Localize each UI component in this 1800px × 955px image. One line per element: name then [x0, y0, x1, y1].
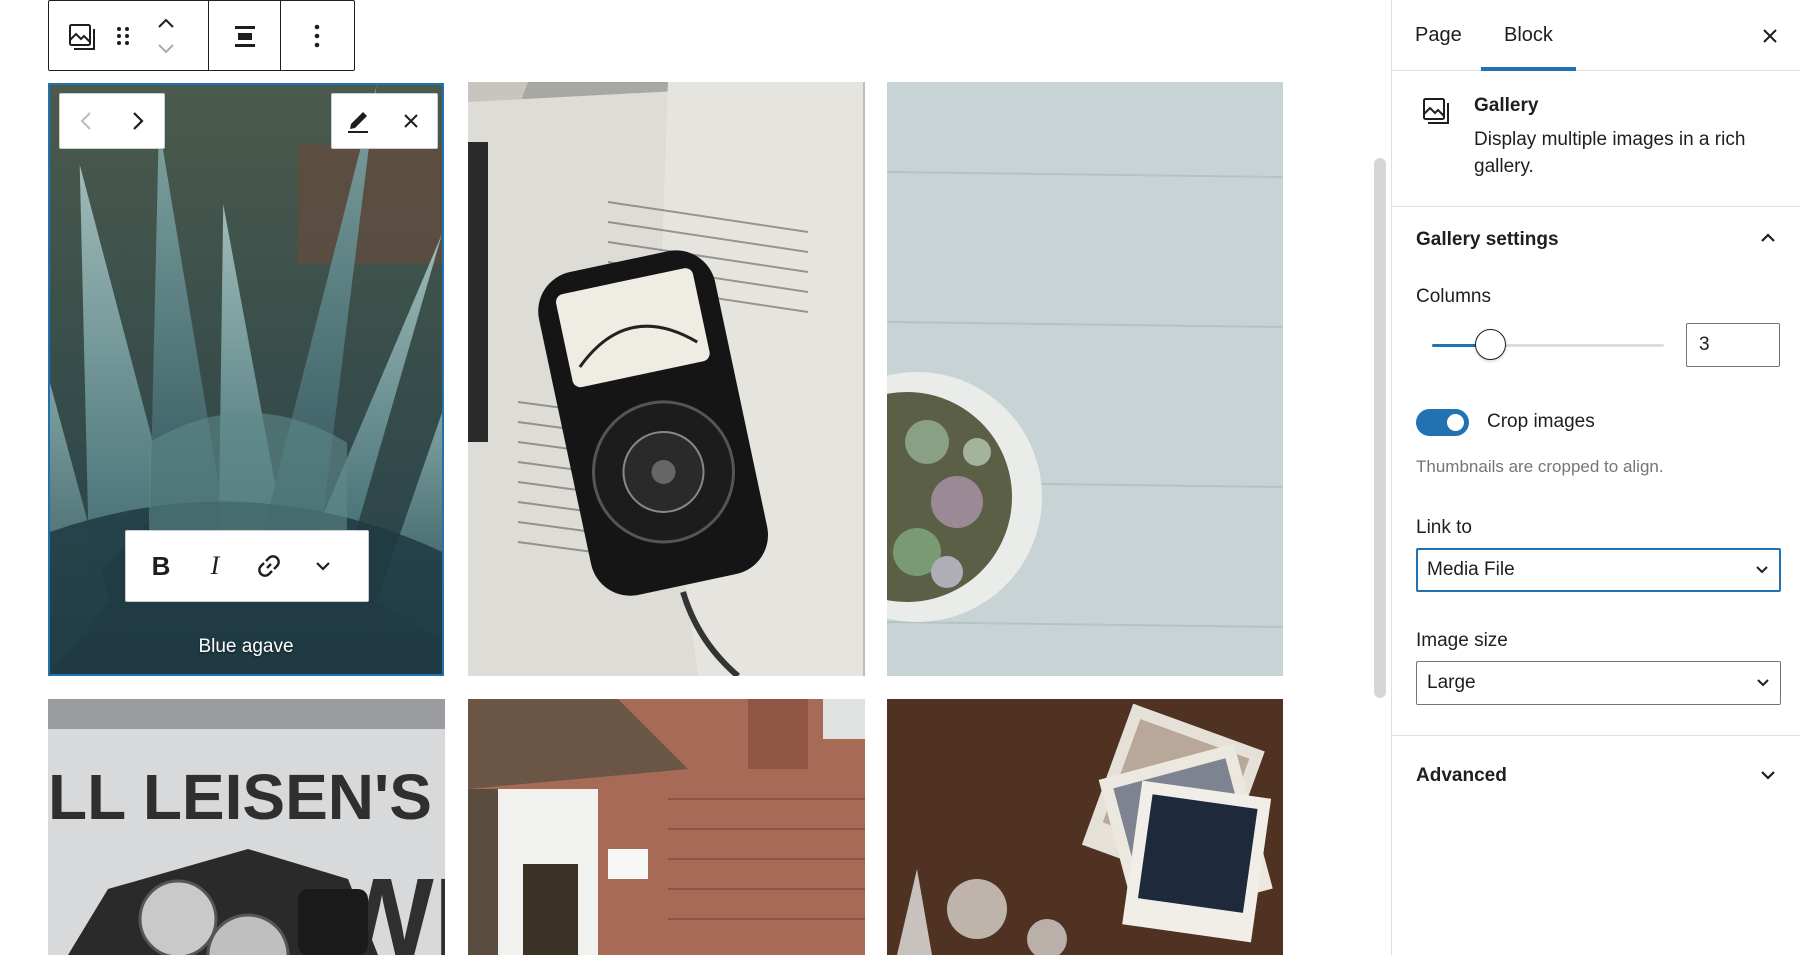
image-nav-controls — [59, 93, 165, 149]
chevron-down-icon[interactable] — [1759, 768, 1777, 786]
chevron-down-icon — [1755, 550, 1769, 590]
image-size-select[interactable]: Large — [1416, 661, 1781, 705]
link-to-label: Link to — [1416, 517, 1472, 538]
gallery-image-camera[interactable]: LL LEISEN'S WI — [48, 699, 445, 955]
columns-label: Columns — [1416, 286, 1491, 307]
camera-sign-text: LL LEISEN'S — [48, 761, 432, 833]
link-to-select[interactable]: Media File — [1416, 548, 1781, 592]
gallery-settings-header[interactable]: Gallery settings — [1416, 229, 1559, 251]
gallery-image-instant-photos[interactable] — [887, 699, 1283, 955]
image-edit-controls — [331, 93, 438, 149]
camera-photo: LL LEISEN'S WI — [48, 699, 445, 955]
bold-button[interactable]: B — [134, 531, 188, 601]
light-meter-photo — [468, 82, 865, 676]
align-center-icon[interactable] — [223, 1, 267, 70]
remove-image-icon[interactable] — [385, 94, 438, 148]
edit-pencil-icon[interactable] — [332, 94, 385, 148]
advanced-header[interactable]: Advanced — [1416, 765, 1507, 787]
move-buttons — [143, 1, 189, 70]
block-toolbar-group-type — [49, 1, 209, 70]
gallery-image-light-meter[interactable] — [468, 82, 865, 676]
gallery-image-house[interactable] — [468, 699, 865, 955]
sidebar-tabs: Page Block — [1392, 0, 1800, 71]
block-card-description: Display multiple images in a rich galler… — [1474, 129, 1746, 177]
succulent-photo — [887, 82, 1283, 676]
crop-images-help: Thumbnails are cropped to align. — [1416, 457, 1664, 476]
columns-slider-thumb[interactable] — [1475, 329, 1506, 360]
move-down-icon[interactable] — [156, 43, 176, 55]
gallery-image-succulent[interactable] — [887, 82, 1283, 676]
instant-photos-photo — [887, 699, 1283, 955]
block-card-title: Gallery — [1474, 95, 1539, 116]
block-toolbar-group-more — [281, 1, 353, 70]
chevron-down-icon — [1756, 662, 1770, 704]
toggle-knob — [1447, 414, 1464, 431]
columns-slider-track[interactable] — [1432, 329, 1664, 360]
block-card: Gallery Display multiple images in a ric… — [1392, 71, 1800, 207]
canvas-scrollbar[interactable] — [1374, 158, 1386, 698]
close-icon[interactable] — [1752, 18, 1788, 54]
italic-button[interactable]: I — [188, 531, 242, 601]
previous-image-icon[interactable] — [60, 94, 112, 148]
chevron-up-icon[interactable] — [1759, 231, 1777, 249]
caption-format-toolbar: B I — [125, 530, 369, 602]
link-icon[interactable] — [242, 531, 296, 601]
link-to-value: Media File — [1427, 559, 1515, 580]
image-size-value: Large — [1427, 672, 1476, 693]
block-toolbar-group-align — [209, 1, 281, 70]
image-size-label: Image size — [1416, 630, 1508, 651]
editor-canvas: B I Blue agave LL LEISEN'S W — [0, 0, 1370, 955]
tab-page[interactable]: Page — [1392, 0, 1485, 71]
house-photo — [468, 699, 865, 955]
block-toolbar — [48, 0, 355, 71]
next-image-icon[interactable] — [112, 94, 164, 148]
crop-images-toggle[interactable] — [1416, 409, 1469, 436]
gallery-settings-panel: Gallery settings Columns Crop images Thu… — [1392, 207, 1800, 736]
crop-images-label[interactable]: Crop images — [1487, 411, 1595, 433]
move-up-icon[interactable] — [156, 17, 176, 29]
gallery-image-agave[interactable]: B I Blue agave — [48, 83, 444, 676]
gallery-block-icon — [1422, 97, 1452, 132]
more-options-icon[interactable] — [295, 1, 339, 70]
gallery-block-icon[interactable] — [59, 1, 103, 70]
more-formats-chevron-icon[interactable] — [296, 531, 350, 601]
advanced-panel: Advanced — [1392, 737, 1800, 817]
tab-block[interactable]: Block — [1481, 0, 1576, 71]
drag-handle-icon[interactable] — [103, 1, 143, 70]
columns-number-input[interactable] — [1686, 323, 1780, 367]
image-caption[interactable]: Blue agave — [50, 636, 442, 658]
settings-sidebar: Page Block Gallery Display multiple imag… — [1391, 0, 1800, 955]
